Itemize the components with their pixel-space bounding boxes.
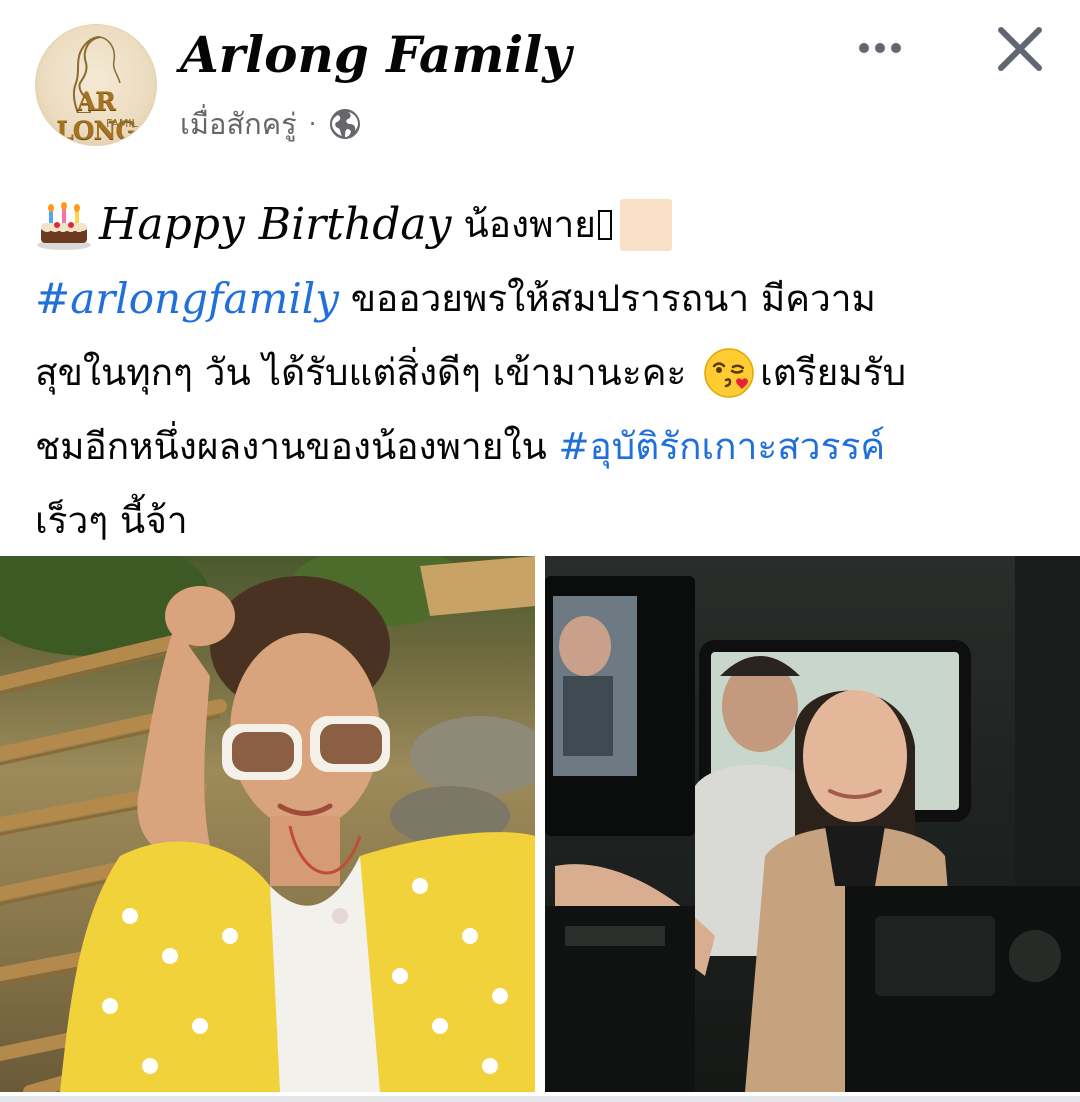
logo-text: AR LONG — [56, 87, 137, 145]
missing-glyph-box — [597, 210, 612, 240]
post-photo-1[interactable] — [0, 556, 535, 1092]
close-icon[interactable] — [993, 22, 1047, 76]
caption-text-4: ชมอีกหนึ่งผลงานของน้องพายใน — [35, 425, 559, 468]
post-timestamp[interactable]: เมื่อสักครู่ — [180, 101, 297, 147]
post-photo-2[interactable] — [545, 556, 1080, 1092]
hashtag-series[interactable]: #อุบัติรักเกาะสวรรค์ — [559, 410, 886, 484]
caption-line-1: Happy Birthday น้องพาย — [35, 188, 1045, 262]
caption-line-5: เร็วๆ นี้จ้า — [35, 484, 1045, 558]
birthday-name: น้องพาย — [463, 203, 596, 246]
more-dot — [875, 43, 885, 53]
meta-separator: · — [308, 110, 317, 138]
photo-behind-the-scenes-car — [545, 556, 1080, 1092]
caption-text-5: เร็วๆ นี้จ้า — [35, 499, 188, 542]
caption-text-2: ขออวยพรให้สมปรารถนา มีความ — [338, 277, 876, 320]
photo-woman-yellow-cardigan — [0, 556, 535, 1092]
logo-subtext: FAMIL — [106, 117, 138, 130]
page-name[interactable]: Arlong Family — [180, 22, 571, 88]
caption-line-3: สุขในทุกๆ วัน ได้รับแต่สิ่งดีๆ เข้ามานะค… — [35, 336, 1045, 410]
face-blowing-kiss-icon — [704, 348, 754, 398]
caption-text-3a: สุขในทุกๆ วัน ได้รับแต่สิ่งดีๆ เข้ามานะค… — [35, 351, 699, 394]
birthday-cake-icon — [37, 202, 91, 250]
post-caption: Happy Birthday น้องพาย #arlongfamily ขออ… — [35, 188, 1045, 558]
post-header: AR LONG FAMIL Arlong Family เมื่อสักครู่… — [0, 0, 1080, 170]
page-avatar[interactable]: AR LONG FAMIL — [35, 24, 157, 146]
more-dot — [891, 43, 901, 53]
caption-line-2: #arlongfamily ขออวยพรให้สมปรารถนา มีความ — [35, 262, 1045, 336]
globe-icon[interactable] — [328, 107, 362, 141]
post-divider — [0, 1096, 1080, 1102]
more-dots-icon — [859, 43, 869, 53]
hashtag-arlongfamily[interactable]: #arlongfamily — [35, 262, 339, 336]
birthday-greeting: Happy Birthday — [99, 199, 452, 250]
caption-text-3b: เตรียมรับ — [760, 351, 907, 394]
skin-tone-modifier-icon — [619, 199, 672, 251]
post-meta: เมื่อสักครู่ · — [180, 104, 362, 144]
more-options-button[interactable] — [850, 28, 910, 68]
caption-line-4: ชมอีกหนึ่งผลงานของน้องพายใน #อุบัติรักเก… — [35, 410, 1045, 484]
